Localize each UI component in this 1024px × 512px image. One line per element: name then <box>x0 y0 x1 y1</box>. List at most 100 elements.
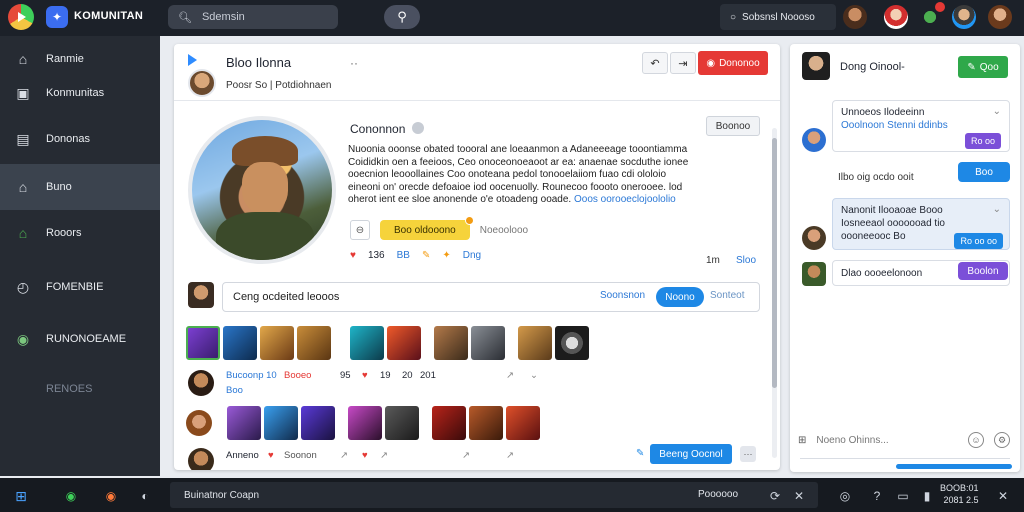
thumbnail[interactable] <box>434 326 468 360</box>
network-icon[interactable]: ◎ <box>836 487 854 505</box>
join-button[interactable]: ◉ Dononoo <box>698 51 768 75</box>
post-avatar[interactable] <box>188 448 214 470</box>
scrollbar[interactable] <box>772 128 777 458</box>
heart-icon[interactable]: ♥ <box>350 250 356 261</box>
thumbnail[interactable] <box>348 406 382 440</box>
browser-icon[interactable]: ◉ <box>62 487 80 505</box>
community-action-button[interactable]: Boonoo <box>706 116 760 136</box>
thumbnail[interactable] <box>227 406 261 440</box>
help-icon[interactable]: ? <box>868 487 886 505</box>
stat-link[interactable]: Sloo <box>736 255 756 266</box>
thumbnail[interactable] <box>555 326 589 360</box>
post-button[interactable]: Beeng Oocnol <box>650 444 732 464</box>
display-icon[interactable]: ▭ <box>894 487 912 505</box>
thumbnail[interactable] <box>385 406 419 440</box>
secondary-search[interactable]: ○ Sobsnsl Noooso <box>720 4 836 30</box>
post-avatar[interactable] <box>188 370 214 396</box>
desc-link[interactable]: Ooos oorooeclojoololio <box>574 194 676 205</box>
profile-avatar[interactable] <box>952 5 976 29</box>
sidebar-item-community[interactable]: ▣ Konmunitas <box>0 70 160 116</box>
message-pill[interactable]: Ro oo <box>964 133 1001 149</box>
sidebar-item-games[interactable]: ◉ RUNONOEAME <box>0 316 160 362</box>
thumbnail[interactable] <box>301 406 335 440</box>
comment-secondary-button[interactable]: Sonteot <box>710 290 744 301</box>
thumbnail[interactable] <box>518 326 552 360</box>
play-logo-icon[interactable] <box>8 4 34 30</box>
windows-start-icon[interactable]: ⊞ <box>12 487 30 505</box>
notifications-icon[interactable] <box>918 2 945 29</box>
thumbnail[interactable] <box>469 406 503 440</box>
share-icon[interactable]: ↗ <box>506 450 514 461</box>
message-card[interactable]: Unnoeos Ilodeeinn Ooolnoon Stenni ddinbs… <box>832 100 1010 152</box>
user-avatar[interactable] <box>843 5 867 29</box>
comment-submit-button[interactable]: Noono <box>656 287 704 307</box>
sidebar-item-active[interactable]: ⌂ Buno <box>0 164 160 210</box>
sidebar-item-events[interactable]: ▤ Dononas <box>0 116 160 162</box>
message-avatar[interactable] <box>802 262 826 286</box>
thumbnail[interactable] <box>350 326 384 360</box>
share-icon[interactable]: ↗ <box>506 370 514 381</box>
attach-icon[interactable]: ⊞ <box>798 435 806 446</box>
thumbnail[interactable] <box>432 406 466 440</box>
sidebar-item-more[interactable]: RENOES <box>0 366 160 412</box>
online-button[interactable]: ✎ Qoo <box>958 56 1008 78</box>
thumbnail[interactable] <box>506 406 540 440</box>
title-menu-icon[interactable]: ·· <box>350 56 358 70</box>
heart-icon[interactable]: ♥ <box>362 370 368 381</box>
back-button[interactable]: ↶ <box>642 52 668 74</box>
message-pill[interactable]: Ro oo oo <box>954 233 1003 249</box>
thumbnail[interactable] <box>186 326 220 360</box>
chevron-down-icon[interactable]: ⌄ <box>993 203 1001 216</box>
thumbnail[interactable] <box>223 326 257 360</box>
heart-icon[interactable]: ♥ <box>268 450 274 461</box>
info-icon[interactable] <box>412 122 424 134</box>
close-icon[interactable]: ✕ <box>790 487 808 505</box>
chart-icon[interactable]: ▮ <box>918 487 936 505</box>
post-author[interactable]: Bucoonp 10 <box>226 370 277 381</box>
options-icon[interactable]: ⊖ <box>350 220 370 240</box>
heart-icon[interactable]: ♥ <box>362 450 368 461</box>
comment-link[interactable]: Soonsnon <box>600 290 645 301</box>
forward-button[interactable]: ⇥ <box>670 52 696 74</box>
message-card[interactable]: Nanonit Ilooaoae Booo Iosneeaol ooooooad… <box>832 198 1010 250</box>
thumbnail[interactable] <box>264 406 298 440</box>
thumbnail[interactable] <box>297 326 331 360</box>
message-purple-button[interactable]: Boolon <box>958 262 1008 280</box>
chevron-down-icon[interactable]: ⌄ <box>993 105 1001 118</box>
attach-icon[interactable]: ✎ <box>636 448 644 459</box>
tag-chip[interactable]: Boo oldooono <box>380 216 474 240</box>
scrollbar-thumb[interactable] <box>772 138 777 388</box>
message-avatar[interactable] <box>802 226 826 250</box>
post-author[interactable]: Anneno <box>226 450 259 461</box>
author-avatar[interactable] <box>188 69 216 97</box>
message-action-button[interactable]: Boo <box>958 162 1010 182</box>
sidebar-item-history[interactable]: ◴ FOMENBIE <box>0 264 160 310</box>
sidebar-item-rooms[interactable]: ⌂ Rooors <box>0 210 160 256</box>
app-icon[interactable]: ◐ <box>136 487 154 505</box>
send-bar[interactable] <box>896 464 1012 469</box>
search-button[interactable]: ⚲ <box>384 5 420 29</box>
star-icon[interactable]: ✦ <box>442 250 450 261</box>
pencil-icon[interactable]: ✎ <box>422 250 430 261</box>
close-icon[interactable]: ✕ <box>994 487 1012 505</box>
share-icon[interactable]: ↗ <box>340 450 348 461</box>
chevron-down-icon[interactable]: ⌄ <box>530 370 538 381</box>
panel-avatar[interactable] <box>802 52 830 80</box>
notification-avatar[interactable] <box>884 5 908 29</box>
account-avatar[interactable] <box>988 5 1012 29</box>
more-icon[interactable]: ··· <box>740 446 756 462</box>
comment-icon[interactable]: ↗ <box>462 450 470 461</box>
share-icon[interactable]: ↗ <box>380 450 388 461</box>
emoji-icon[interactable]: ☺ <box>968 432 984 448</box>
message-avatar[interactable] <box>802 128 826 152</box>
refresh-icon[interactable]: ⟳ <box>766 487 784 505</box>
thumbnail[interactable] <box>387 326 421 360</box>
settings-icon[interactable]: ⚙ <box>994 432 1010 448</box>
search-input[interactable]: 🔍︎ Sdemsin <box>168 5 338 29</box>
thumbnail[interactable] <box>471 326 505 360</box>
clock[interactable]: BOOB:01 2081 2.5 <box>940 482 979 506</box>
thumbnail[interactable] <box>260 326 294 360</box>
app-logo-icon[interactable]: ✦ <box>46 6 68 28</box>
firefox-icon[interactable]: ◉ <box>102 487 120 505</box>
thumbnail-avatar[interactable] <box>186 410 212 436</box>
